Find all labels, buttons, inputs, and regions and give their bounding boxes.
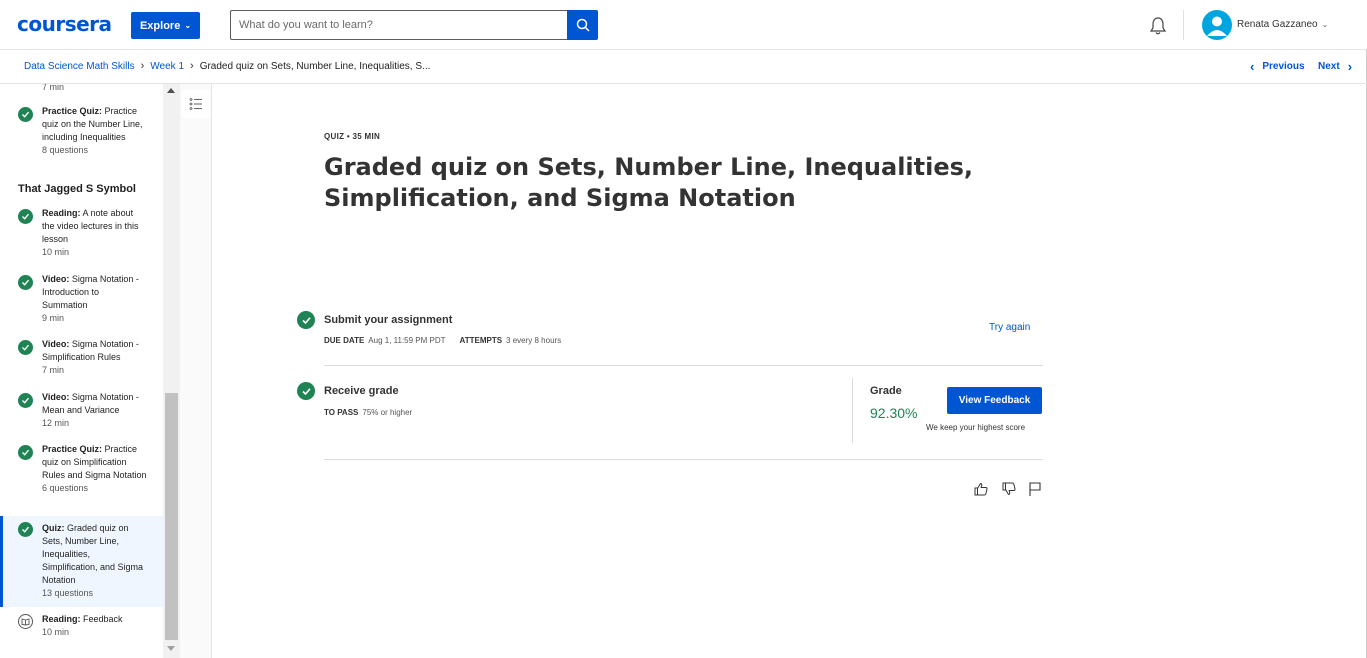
sidebar-item-kind: Quiz: [42,523,65,533]
user-menu[interactable]: Renata Gazzaneo ⌄ [1237,19,1328,30]
to-pass-label: TO PASS [324,408,359,417]
sidebar-item-text: Reading: Feedback 10 min [42,613,147,639]
chevron-down-icon: ⌄ [184,21,192,30]
outline-toggle-button[interactable] [182,90,210,118]
receive-grade-title: Receive grade [324,385,399,397]
user-name: Renata Gazzaneo [1237,19,1318,30]
notifications-bell-icon[interactable] [1148,16,1168,36]
attempts-label: ATTEMPTS [459,336,503,345]
course-outline-sidebar: 7 min Practice Quiz: Practice quiz on th… [0,84,163,658]
chevron-right-icon: › [190,60,194,72]
page: coursera Explore ⌄ Renata Gazzaneo ⌄ Dat… [0,0,1367,658]
reading-book-icon [18,614,33,629]
sidebar-item-meta: 9 min [42,313,65,323]
sidebar-item-kind: Reading: [42,614,81,624]
try-again-link[interactable]: Try again [989,322,1030,333]
completed-check-icon [297,311,315,329]
sidebar-item-meta: 7 min [42,365,65,375]
completed-check-icon [18,275,33,290]
sidebar-item-meta: 8 questions [42,145,89,155]
breadcrumb-current: Graded quiz on Sets, Number Line, Inequa… [199,60,431,72]
sidebar-scrollbar[interactable] [163,84,180,658]
thumbs-down-icon[interactable] [1001,481,1017,497]
sidebar-item-text: Video: Sigma Notation - Mean and Varianc… [42,391,147,430]
attempts-value: 3 every 8 hours [506,336,562,345]
completed-check-icon [18,522,33,537]
sidebar-item-text: Practice Quiz: Practice quiz on the Numb… [42,105,147,157]
grade-divider [852,378,853,443]
highest-score-note: We keep your highest score [926,423,1026,432]
explore-label: Explore [139,19,181,32]
search-field[interactable] [230,10,567,40]
search-button[interactable] [567,10,598,40]
chevron-right-icon: › [1347,59,1353,74]
search-icon [576,18,590,32]
page-title: Graded quiz on Sets, Number Line, Inequa… [324,153,974,212]
breadcrumb-bar: Data Science Math Skills › Week 1 › Grad… [0,50,1367,84]
sidebar-item-meta: 6 questions [42,483,89,493]
completed-check-icon [18,445,33,460]
completed-check-icon [18,107,33,122]
breadcrumb: Data Science Math Skills › Week 1 › Grad… [24,60,430,72]
sidebar-item-meta: 7 min [42,84,65,92]
completed-check-icon [18,340,33,355]
sidebar-item-kind: Video: [42,392,70,402]
search-input[interactable] [239,19,559,31]
divider [324,459,1043,460]
to-pass-value: 75% or higher [362,408,413,417]
scroll-up-arrow-icon[interactable] [167,88,175,93]
list-icon [189,98,202,110]
sidebar-item-kind: Reading: [42,208,81,218]
sidebar-item-graded-quiz[interactable]: Quiz: Graded quiz on Sets, Number Line, … [0,516,163,607]
breadcrumb-course[interactable]: Data Science Math Skills [24,61,135,72]
completed-check-icon [18,393,33,408]
completed-check-icon [297,382,315,400]
sidebar-item-meta: 10 min [42,247,70,257]
chevron-right-icon: › [140,60,145,72]
user-avatar-icon [1207,16,1227,36]
chevron-left-icon: ‹ [1250,59,1255,74]
chevron-down-icon: ⌄ [1321,20,1329,29]
breadcrumb-week[interactable]: Week 1 [150,61,184,72]
due-date-value: Aug 1, 11:59 PM PDT [368,336,446,345]
view-feedback-button[interactable]: View Feedback [947,387,1042,414]
previous-label: Previous [1262,61,1305,72]
sidebar-item-kind: Practice Quiz: [42,444,103,454]
grade-value: 92.30% [870,405,918,421]
sidebar-item-kind: Video: [42,274,70,284]
sidebar-item-meta: 13 questions [42,588,94,598]
flag-icon[interactable] [1027,481,1043,497]
scroll-down-arrow-icon[interactable] [167,646,175,651]
sidebar-item-kind: Video: [42,339,70,349]
quiz-kicker: QUIZ • 35 MIN [324,132,381,141]
pass-meta: TO PASS 75% or higher [324,408,412,417]
sidebar-item-text: Reading: A note about the video lectures… [42,207,147,259]
outline-toggle-column [180,84,212,658]
next-label: Next [1318,61,1340,72]
sidebar-item-text: Video: Sigma Notation - Simplification R… [42,338,147,377]
sidebar-item-text: Quiz: Graded quiz on Sets, Number Line, … [42,522,147,600]
due-date-label: DUE DATE [324,336,365,345]
completed-check-icon [18,209,33,224]
header-divider [1183,10,1184,40]
sidebar-item-text: Video: Sigma Notation - Introduction to … [42,273,147,325]
explore-button[interactable]: Explore ⌄ [131,12,200,39]
divider [324,365,1043,366]
grade-label: Grade [870,385,902,397]
coursera-logo[interactable]: coursera [17,12,112,36]
submit-assignment-title: Submit your assignment [324,314,453,326]
sidebar-section-title: That Jagged S Symbol [18,183,136,195]
sidebar-item-meta: 10 min [42,627,70,637]
thumbs-up-icon[interactable] [973,481,989,497]
scrollbar-thumb[interactable] [165,393,178,640]
sidebar-item-kind: Practice Quiz: [42,106,103,116]
sidebar-item-label: Feedback [83,614,123,624]
user-avatar[interactable] [1202,10,1232,40]
next-button[interactable]: Next › [1318,59,1352,74]
previous-button[interactable]: ‹ Previous [1250,59,1305,74]
top-header: coursera Explore ⌄ Renata Gazzaneo ⌄ [0,0,1367,50]
sidebar-item-text: Practice Quiz: Practice quiz on Simplifi… [42,443,147,495]
submit-meta: DUE DATE Aug 1, 11:59 PM PDT ATTEMPTS 3 … [324,336,561,345]
sidebar-item-meta: 12 min [42,418,70,428]
